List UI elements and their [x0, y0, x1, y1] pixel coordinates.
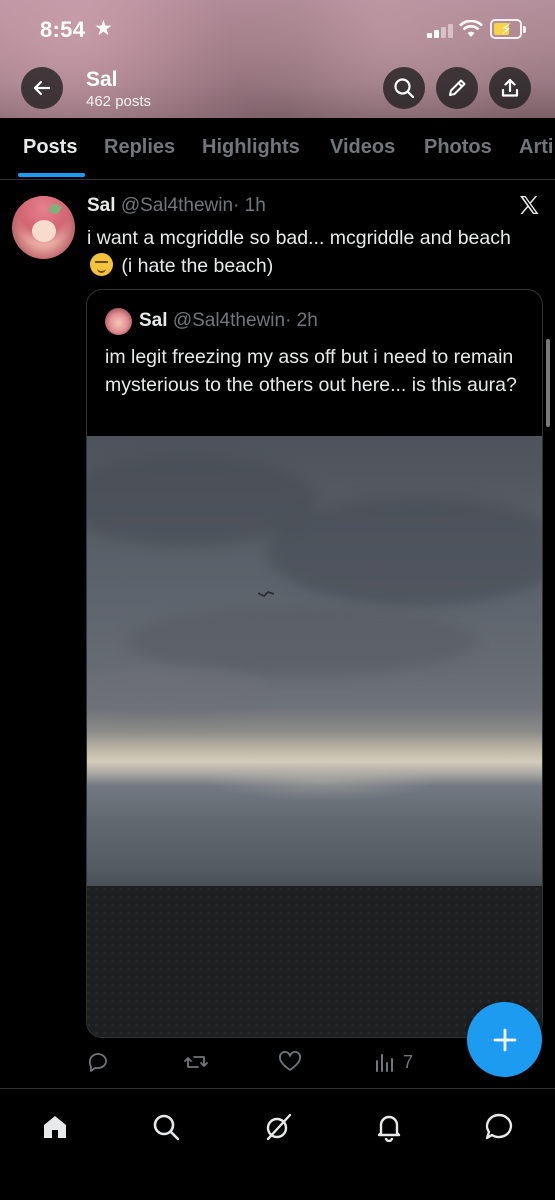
repost-icon: [184, 1056, 208, 1068]
quote-avatar: [105, 308, 132, 335]
status-bar: 8:54 ★ ⚡: [0, 0, 555, 60]
bottom-navigation: [0, 1088, 555, 1200]
profile-tabs: Posts Replies Highlights Videos Photos A…: [0, 118, 555, 180]
battery-cap: [523, 26, 526, 33]
search-icon: [153, 1114, 180, 1141]
search-icon: [394, 78, 415, 99]
nav-search[interactable]: [148, 1109, 184, 1145]
wifi-icon: [459, 20, 483, 37]
edit-button[interactable]: [436, 67, 478, 109]
bell-icon: [377, 1115, 401, 1142]
star-icon: ★: [94, 17, 113, 40]
share-icon: [501, 78, 519, 97]
tab-videos[interactable]: Videos: [330, 136, 395, 159]
like-button[interactable]: [278, 1044, 302, 1080]
quote-author-handle: @Sal4thewin: [172, 310, 286, 331]
beach-photo[interactable]: [87, 436, 542, 1037]
views-button[interactable]: 7: [374, 1044, 413, 1080]
tab-photos[interactable]: Photos: [424, 136, 492, 159]
tweet-author-handle: @Sal4thewin: [120, 195, 234, 216]
home-icon: [44, 1116, 66, 1138]
tweet-text-main: i want a mcgriddle so bad... mcgriddle a…: [87, 227, 511, 249]
nav-notifications[interactable]: [371, 1109, 407, 1145]
tweet-header: Sal @Sal4thewin· 1h: [87, 195, 266, 217]
avatar[interactable]: [12, 196, 75, 259]
heart-icon: [279, 1051, 301, 1071]
reply-button[interactable]: [86, 1044, 110, 1080]
chat-bubble-icon: [485, 1113, 513, 1140]
tab-highlights[interactable]: Highlights: [202, 136, 300, 159]
tweet-text-aside: (i hate the beach): [121, 255, 274, 277]
tweet-actions: 7: [86, 1044, 466, 1080]
quoted-tweet[interactable]: Sal @Sal4thewin· 2h im legit freezing my…: [86, 289, 543, 1038]
status-time: 8:54: [40, 17, 86, 42]
posts-count: 462 posts: [86, 93, 152, 110]
bird-icon: [258, 590, 274, 598]
quote-header: Sal @Sal4thewin· 2h: [139, 310, 318, 332]
tweet-time: · 1h: [233, 195, 266, 216]
search-button[interactable]: [383, 67, 425, 109]
plus-icon: [493, 1028, 516, 1051]
share-button[interactable]: [489, 67, 531, 109]
active-tab-indicator: [18, 173, 85, 177]
tweet-author-name[interactable]: Sal: [87, 195, 116, 216]
profile-name: Sal: [86, 68, 118, 91]
reply-icon: [88, 1053, 107, 1072]
signal-icon: [427, 22, 453, 38]
scrollbar[interactable]: [546, 339, 550, 427]
repost-button[interactable]: [183, 1044, 209, 1080]
edit-pencil-icon: [449, 79, 466, 96]
tab-articles[interactable]: Arti: [519, 136, 553, 159]
back-arrow-icon: [33, 80, 51, 96]
tweet-text: i want a mcgriddle so bad... mcgriddle a…: [87, 224, 527, 280]
quote-author-name: Sal: [139, 310, 168, 331]
views-count: 7: [403, 1051, 414, 1072]
battery-icon: ⚡: [490, 19, 522, 39]
tab-posts[interactable]: Posts: [23, 136, 77, 159]
smirk-emoji-icon: [90, 253, 113, 276]
nav-home[interactable]: [37, 1109, 73, 1145]
back-button[interactable]: [21, 67, 63, 109]
compose-button[interactable]: [467, 1002, 542, 1077]
nav-messages[interactable]: [481, 1109, 517, 1145]
quote-text: im legit freezing my ass off but i need …: [105, 346, 517, 396]
tab-replies[interactable]: Replies: [104, 136, 175, 159]
views-icon: [376, 1054, 393, 1072]
nav-grok[interactable]: [260, 1109, 296, 1145]
quote-time: · 2h: [285, 310, 318, 331]
profile-header: 8:54 ★ ⚡ Sal 462 posts: [0, 0, 555, 118]
x-logo-icon[interactable]: [517, 192, 541, 218]
grok-icon: [266, 1113, 292, 1141]
